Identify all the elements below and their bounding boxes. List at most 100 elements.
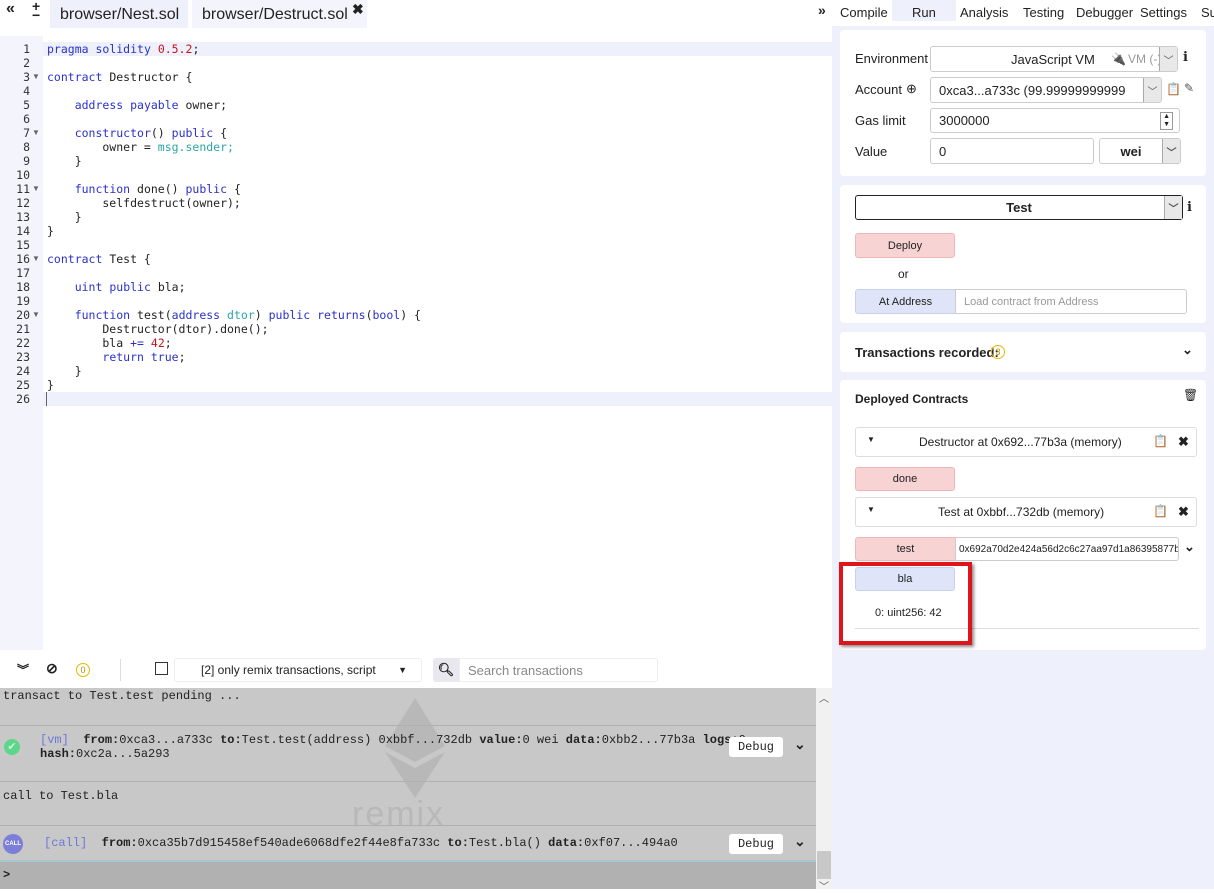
edit-icon[interactable]: ✎ (1184, 81, 1194, 95)
code-line[interactable]: function done() public { (43, 182, 832, 196)
code-line[interactable] (43, 56, 832, 70)
tx-log-entry[interactable]: [vm] from:0xca3...a733c to:Test.test(add… (40, 733, 746, 761)
code-line[interactable] (43, 294, 832, 308)
key: hash: (40, 747, 77, 761)
code-line[interactable]: Destructor(dtor).done(); (43, 322, 832, 336)
zoom-plus-minus-icon[interactable]: + − (32, 0, 40, 22)
fold-toggle-icon[interactable]: ▼ (32, 128, 40, 137)
code-line[interactable]: } (43, 378, 832, 392)
collapse-left-icon[interactable]: « (6, 0, 15, 18)
close-icon[interactable]: ✖ (1178, 434, 1189, 450)
at-address-button[interactable]: At Address (855, 289, 956, 314)
caret-down-icon[interactable]: ▼ (867, 435, 875, 444)
spinner-icon[interactable]: ▲ ▼ (1160, 112, 1173, 130)
at-address-input[interactable]: Load contract from Address (955, 289, 1187, 314)
listen-checkbox[interactable] (155, 662, 168, 675)
code-line[interactable]: pragma solidity 0.5.2; (43, 42, 832, 56)
code-line[interactable] (43, 84, 832, 98)
fold-toggle-icon[interactable]: ▼ (32, 254, 40, 263)
tab-run[interactable]: Run (892, 0, 956, 21)
info-icon[interactable]: i (1187, 200, 1192, 215)
code-line[interactable]: return true; (43, 350, 832, 364)
collapse-right-icon[interactable]: » (818, 2, 826, 18)
console-input[interactable]: > (0, 862, 816, 889)
line-number: 18 (16, 280, 30, 294)
close-icon[interactable]: ✖ (352, 1, 364, 18)
remix-watermark: remix (352, 795, 446, 833)
debug-button[interactable]: Debug (729, 737, 783, 757)
copy-icon[interactable]: 📋 (1166, 82, 1181, 96)
code-line[interactable]: } (43, 210, 832, 224)
transactions-recorded-card[interactable]: Transactions recorded: 3 ⌄ (840, 332, 1206, 372)
chevron-down-icon[interactable]: ⌄ (1184, 539, 1195, 555)
code-line[interactable]: } (43, 224, 832, 238)
code-line[interactable]: address payable owner; (43, 98, 832, 112)
clear-console-icon[interactable]: ⊘ (46, 660, 58, 677)
code-line[interactable]: contract Test { (43, 252, 832, 266)
code-line[interactable]: selfdestruct(owner); (43, 196, 832, 210)
collapse-terminal-icon[interactable]: ︾ (17, 661, 29, 678)
copy-icon[interactable]: 📋 (1153, 434, 1168, 448)
function-test-arg-input[interactable]: 0x692a70d2e424a56d2c6c27aa97d1a86395877b… (955, 537, 1179, 561)
function-test-button[interactable]: test (855, 537, 956, 561)
deploy-button[interactable]: Deploy (855, 233, 955, 258)
tab-debugger[interactable]: Debugger (1076, 5, 1133, 20)
fold-toggle-icon[interactable]: ▼ (32, 72, 40, 81)
value-input[interactable]: 0 (930, 138, 1094, 164)
debug-button[interactable]: Debug (729, 834, 783, 854)
tab-compile[interactable]: Compile (840, 5, 888, 20)
chevron-down-icon[interactable]: ⌄ (794, 833, 806, 850)
pending-count-badge: 0 (76, 663, 90, 677)
code-editor[interactable]: 1 2 3 ▼ 4 5 6 7 ▼ 8 9 10 11 ▼ 12 13 14 15 16 ▼ 17 18 19 20 ▼ 21 22… (0, 36, 832, 650)
code-line[interactable]: } (43, 154, 832, 168)
function-done-button[interactable]: done (855, 467, 955, 491)
scroll-up-icon[interactable]: ︿ (819, 690, 829, 705)
deployed-contracts-label: Deployed Contracts (855, 392, 969, 406)
caret-down-icon[interactable]: ▼ (867, 505, 875, 514)
line-number: 2 (23, 56, 30, 70)
code-line[interactable]: function test(address dtor) public retur… (43, 308, 832, 322)
tab-settings[interactable]: Settings (1140, 5, 1187, 20)
fold-toggle-icon[interactable]: ▼ (32, 184, 40, 193)
chevron-down-icon[interactable]: ⌄ (1182, 342, 1193, 358)
instance-destructor[interactable]: ▼ Destructor at 0x692...77b3a (memory) 📋… (855, 427, 1197, 457)
call-log-entry[interactable]: [call] from:0xca35b7d915458ef540ade6068d… (44, 836, 678, 850)
code-line[interactable]: contract Destructor { (43, 70, 832, 84)
code-line[interactable]: } (43, 364, 832, 378)
code-line[interactable] (43, 112, 832, 126)
account-select[interactable]: 0xca3...a733c (99.99999999999 ﹀ (930, 77, 1162, 103)
code-line[interactable] (43, 238, 832, 252)
transaction-filter-select[interactable]: [2] only remix transactions, script ▼ (174, 658, 422, 682)
scroll-thumb[interactable] (817, 851, 831, 879)
code-line[interactable]: owner = msg.sender; (43, 140, 832, 154)
environment-select[interactable]: JavaScript VM 🔌 VM (-) ﹀ (930, 46, 1178, 72)
code-line[interactable] (43, 266, 832, 280)
code-area[interactable]: pragma solidity 0.5.2; contract Destructo… (43, 36, 832, 650)
gas-limit-input[interactable]: 3000000 ▲ ▼ (930, 108, 1180, 133)
copy-icon[interactable]: 📋 (1153, 504, 1168, 518)
line-number: 13 (16, 210, 30, 224)
code-line[interactable] (43, 168, 832, 182)
instance-test[interactable]: ▼ Test at 0xbbf...732db (memory) 📋 ✖ (855, 497, 1197, 527)
tab-support[interactable]: Su (1201, 5, 1214, 20)
tab-destruct-sol[interactable]: browser/Destruct.sol ✖ (192, 0, 367, 28)
value-unit-select[interactable]: wei ﹀ (1099, 138, 1181, 164)
add-account-icon[interactable]: ⊕ (906, 81, 917, 97)
code-line[interactable]: bla += 42; (43, 336, 832, 350)
chevron-down-icon[interactable]: ⌄ (794, 736, 806, 753)
terminal-scrollbar[interactable]: ︿ ﹀ (816, 688, 832, 893)
code-line[interactable]: uint public bla; (43, 280, 832, 294)
fold-toggle-icon[interactable]: ▼ (32, 310, 40, 319)
scroll-down-icon[interactable]: ﹀ (819, 878, 829, 893)
tab-nest-sol[interactable]: browser/Nest.sol (50, 0, 188, 28)
line-number: 4 (23, 84, 30, 98)
info-icon[interactable]: i (1183, 50, 1188, 65)
trash-icon[interactable]: 🗑 (1183, 388, 1198, 402)
tab-analysis[interactable]: Analysis (960, 5, 1008, 20)
contract-select[interactable]: Test ﹀ (855, 195, 1183, 220)
close-icon[interactable]: ✖ (1178, 504, 1189, 520)
search-transactions-input[interactable]: Search transactions (459, 658, 658, 682)
code-line[interactable] (43, 392, 832, 406)
tab-testing[interactable]: Testing (1023, 5, 1064, 20)
code-line[interactable]: constructor() public { (43, 126, 832, 140)
